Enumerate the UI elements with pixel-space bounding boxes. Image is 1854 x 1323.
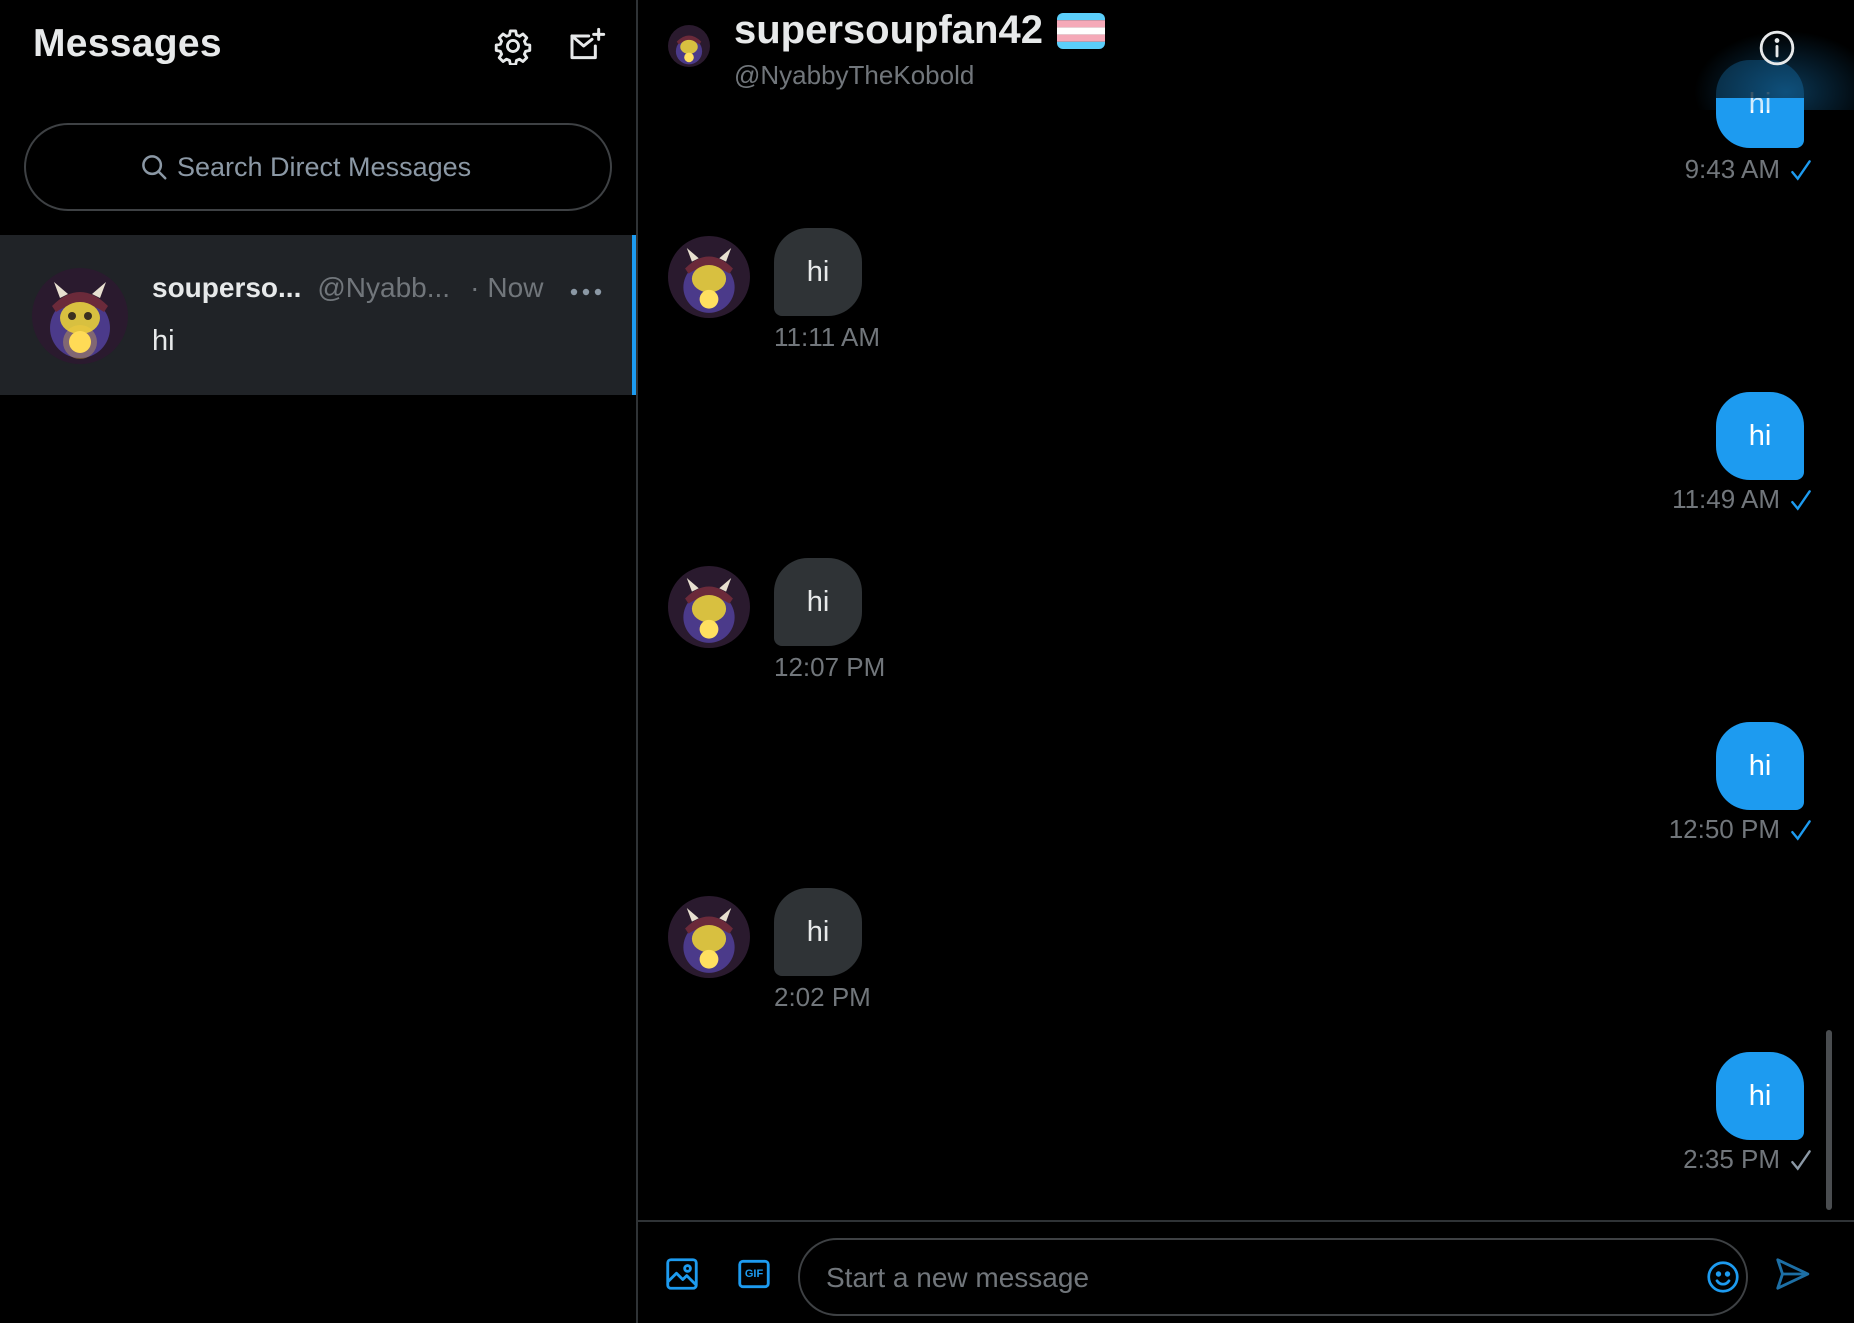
chat-name[interactable]: supersoupfan42 [734,8,1105,53]
new-message-icon [570,27,606,60]
media-button[interactable] [662,1254,702,1294]
chat-header: supersoupfan42 @NyabbyTheKobold [638,0,1854,110]
timestamp-text: 11:49 AM [1672,484,1780,514]
gif-label: GIF [744,1268,764,1280]
send-button[interactable] [1772,1254,1812,1294]
message-bubble[interactable]: hi [1716,392,1804,480]
scrollbar-thumb[interactable] [1826,1030,1832,1210]
message-timestamp: 12:50 PM [1669,814,1814,845]
trans-flag-icon [1056,12,1105,49]
message-timestamp: 2:02 PM [774,982,871,1012]
message-bubble[interactable]: hi [1716,722,1804,810]
checkmark-icon [1788,487,1814,513]
separator-dot: · [470,272,480,303]
checkmark-icon [1788,817,1814,843]
emoji-button[interactable] [1704,1258,1742,1296]
message-bubble[interactable]: hi [1716,1052,1804,1140]
message-composer: GIF [638,1220,1854,1323]
message-timestamp: 11:49 AM [1672,484,1814,515]
message-bubble[interactable]: hi [774,558,862,646]
search-icon [139,152,169,182]
timestamp-text: 2:35 PM [1683,1144,1780,1174]
checkmark-icon [1788,157,1814,183]
avatar[interactable] [668,236,750,318]
timestamp-text: 9:43 AM [1684,154,1780,184]
chat-panel: supersoupfan42 @NyabbyTheKobold hi 9:43 … [638,0,1854,1323]
gif-button[interactable]: GIF [734,1254,774,1294]
image-icon [666,1258,698,1290]
new-message-button[interactable] [565,24,609,68]
message-bubble[interactable]: hi [774,228,862,316]
send-icon [1776,1258,1810,1290]
conversation-preview: hi [152,325,175,357]
page-title: Messages [33,22,222,65]
settings-button[interactable] [491,24,535,68]
message-timestamp: 11:11 AM [774,322,880,352]
timestamp-text: 12:50 PM [1668,814,1780,844]
messages-header: Messages [0,0,636,95]
avatar[interactable] [668,566,750,648]
avatar[interactable] [668,25,710,67]
avatar [32,268,128,364]
conversation-name: souperso... [152,272,302,303]
search-bar[interactable] [24,123,612,211]
conversation-handle: @Nyabb... [317,272,451,303]
message-timestamp: 12:07 PM [774,652,886,682]
gear-icon [494,29,532,65]
conversation-more-button[interactable] [566,277,606,307]
info-icon [1759,30,1795,66]
checkmark-icon [1788,1147,1814,1173]
search-input[interactable] [177,151,497,183]
avatar[interactable] [668,896,750,978]
message-input[interactable] [826,1258,1646,1298]
message-bubble[interactable]: hi [774,888,862,976]
conversation-list-panel: Messages Search Direct Messages souperso… [0,0,636,1323]
chat-name-text: supersoupfan42 [734,8,1043,52]
message-timestamp: 2:35 PM [1683,1144,1814,1175]
conversation-meta: souperso... @Nyabb... · Now [152,272,543,304]
conversation-time: Now [487,272,544,303]
message-input-box[interactable] [798,1238,1748,1316]
conversation-info-button[interactable] [1755,26,1799,70]
message-timestamp: 9:43 AM [1685,154,1814,185]
emoji-icon [1707,1261,1739,1293]
more-icon [570,288,602,296]
conversation-item[interactable]: souperso... @Nyabb... · Now hi [0,235,636,395]
chat-handle: @NyabbyTheKobold [734,60,975,90]
